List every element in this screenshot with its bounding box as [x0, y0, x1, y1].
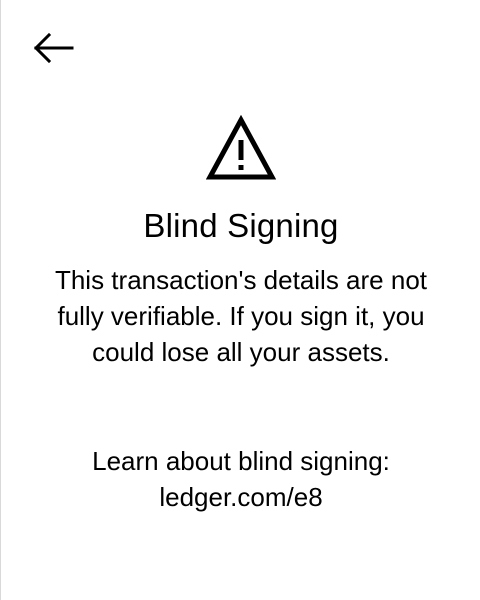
warning-message: This transaction's details are not fully… — [54, 265, 428, 367]
learn-label: Learn about blind signing: — [92, 446, 390, 476]
learn-link: ledger.com/e8 — [159, 482, 323, 512]
warning-triangle-icon — [206, 115, 276, 181]
blind-signing-screen: Blind Signing This transaction's details… — [0, 0, 480, 600]
back-button[interactable] — [27, 26, 79, 70]
arrow-left-icon — [32, 31, 74, 65]
learn-more: Learn about blind signing: ledger.com/e8 — [36, 443, 446, 515]
page-title: Blind Signing — [143, 207, 339, 244]
